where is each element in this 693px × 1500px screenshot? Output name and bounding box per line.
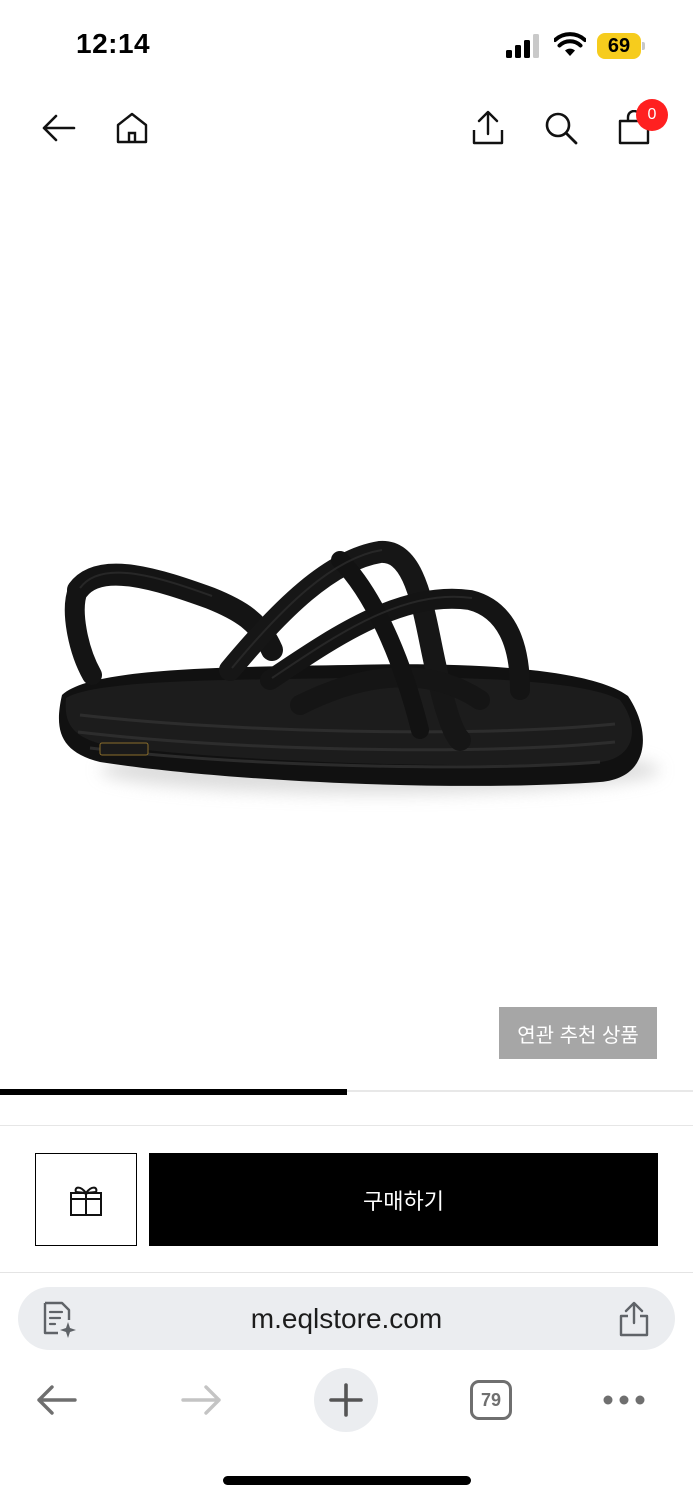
related-products-button[interactable]: 연관 추천 상품 — [499, 1007, 657, 1059]
plus-icon — [329, 1383, 363, 1417]
divider — [0, 1125, 693, 1126]
search-icon — [545, 112, 578, 145]
home-indicator — [223, 1476, 471, 1485]
url-text: m.eqlstore.com — [250, 1303, 443, 1334]
status-time: 12:14 — [76, 28, 151, 59]
back-button[interactable] — [36, 106, 80, 150]
cart-count-badge: 0 — [636, 99, 668, 131]
gallery-progress-fill — [0, 1089, 347, 1095]
signal-icon — [506, 34, 539, 58]
buy-button[interactable]: 구매하기 — [149, 1153, 658, 1246]
gift-button[interactable] — [35, 1153, 137, 1246]
search-button[interactable] — [539, 106, 583, 150]
status-bar: 12:14 69 — [0, 0, 693, 92]
home-icon — [116, 112, 148, 144]
address-bar[interactable]: m.eqlstore.com — [18, 1287, 675, 1350]
share-icon — [472, 110, 504, 145]
more-dots-icon — [603, 1395, 645, 1405]
arrow-right-icon — [181, 1385, 221, 1415]
new-tab-button[interactable] — [314, 1368, 378, 1432]
tabs-button[interactable]: 79 — [459, 1372, 523, 1428]
share-icon[interactable] — [618, 1301, 650, 1337]
tab-count: 79 — [470, 1380, 512, 1420]
arrow-left-icon — [37, 1385, 77, 1415]
arrow-left-icon — [42, 114, 76, 142]
rope-sandal-image[interactable] — [0, 500, 693, 830]
app-header — [0, 92, 693, 172]
browser-back-button[interactable] — [24, 1372, 88, 1428]
battery-indicator: 69 — [597, 33, 645, 59]
gift-icon — [70, 1186, 102, 1216]
home-button[interactable] — [110, 106, 154, 150]
wifi-icon — [554, 32, 586, 56]
more-button[interactable] — [592, 1372, 656, 1428]
battery-level: 69 — [607, 35, 631, 57]
browser-forward-button[interactable] — [170, 1372, 234, 1428]
share-button[interactable] — [466, 106, 510, 150]
